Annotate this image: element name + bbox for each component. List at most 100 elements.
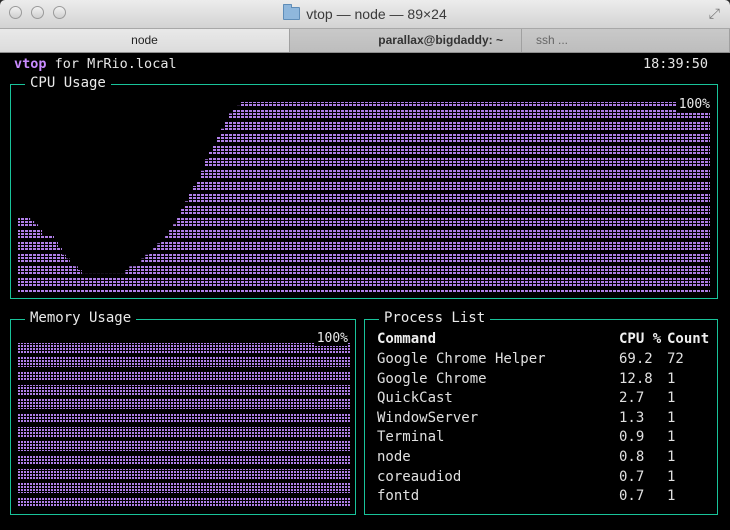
memory-band <box>18 427 350 437</box>
cpu-column <box>236 105 241 293</box>
cpu-column <box>153 247 158 293</box>
cpu-column <box>678 102 683 293</box>
title-bar[interactable]: vtop — node — 89×24 ⤢ <box>0 0 730 29</box>
process-count: 1 <box>667 429 676 446</box>
window-title: vtop — node — 89×24 <box>0 4 730 22</box>
cpu-column <box>662 102 667 293</box>
cpu-column <box>125 270 130 293</box>
host-text: for MrRio.local <box>54 56 177 72</box>
cpu-column <box>284 102 289 293</box>
cpu-column <box>511 102 516 293</box>
cpu-panel-title: CPU Usage <box>25 75 111 91</box>
cpu-column <box>491 102 496 293</box>
cpu-column <box>471 102 476 293</box>
terminal-window: vtop — node — 89×24 ⤢ node parallax@bigd… <box>0 0 730 530</box>
cpu-column <box>423 102 428 293</box>
resize-handle[interactable] <box>720 520 730 530</box>
cpu-column <box>196 178 202 293</box>
cpu-column <box>117 273 122 293</box>
folder-icon <box>283 4 301 20</box>
cpu-column <box>499 102 504 293</box>
cpu-column <box>145 254 150 293</box>
cpu-column <box>407 102 412 293</box>
cpu-column <box>177 216 182 293</box>
cpu-column <box>73 266 78 293</box>
cpu-column <box>554 102 560 293</box>
cpu-column <box>535 102 540 293</box>
cpu-column <box>93 273 98 293</box>
cpu-column <box>622 102 627 293</box>
cpu-column <box>686 102 691 293</box>
terminal-content[interactable]: vtop for MrRio.local 18:39:50 CPU Usage … <box>0 53 730 530</box>
cpu-column <box>670 102 675 293</box>
cpu-column <box>252 102 257 293</box>
tab-parallax[interactable]: parallax@bigdaddy: ~ <box>290 29 522 52</box>
cpu-column <box>586 102 591 293</box>
memory-band <box>18 343 350 353</box>
cpu-column <box>706 102 710 293</box>
cpu-column <box>550 102 556 293</box>
cpu-column <box>324 102 329 293</box>
cpu-column <box>602 102 607 293</box>
cpu-column <box>531 102 536 293</box>
process-command: Google Chrome <box>377 370 487 387</box>
cpu-column <box>698 102 703 293</box>
cpu-column <box>646 102 651 293</box>
cpu-chart <box>18 102 710 293</box>
process-cpu: 12.8 <box>619 370 653 387</box>
cpu-column <box>598 102 603 293</box>
cpu-column <box>594 102 599 293</box>
tab-ssh[interactable]: ssh ... <box>522 29 730 52</box>
cpu-column <box>495 102 500 293</box>
tab-node[interactable]: node <box>0 29 290 52</box>
process-command: fontd <box>377 488 420 505</box>
fullscreen-icon[interactable]: ⤢ <box>709 6 720 22</box>
cpu-column <box>340 102 345 293</box>
memory-panel: Memory Usage 100% <box>10 310 356 515</box>
cpu-column <box>566 102 572 293</box>
column-header-command[interactable]: Command <box>377 331 436 347</box>
process-cpu: 69.2 <box>619 351 653 367</box>
cpu-column <box>272 102 277 293</box>
cpu-column <box>515 102 520 293</box>
cpu-column <box>574 102 579 293</box>
memory-band <box>18 483 350 493</box>
cpu-column <box>129 266 134 293</box>
cpu-column <box>33 224 39 293</box>
process-command: coreaudiod <box>377 468 462 485</box>
cpu-column <box>519 102 524 293</box>
cpu-column <box>157 243 162 293</box>
cpu-column <box>658 102 663 293</box>
cpu-column <box>367 102 373 293</box>
cpu-column <box>45 235 51 293</box>
cpu-column <box>451 102 456 293</box>
memory-band <box>18 357 350 367</box>
cpu-column <box>702 102 707 293</box>
cpu-column <box>447 102 452 293</box>
cpu-column <box>61 254 66 293</box>
cpu-column <box>280 102 285 293</box>
cpu-column <box>121 273 126 293</box>
tab-bar: node parallax@bigdaddy: ~ ssh ... <box>0 29 730 53</box>
column-header-count[interactable]: Count <box>667 331 709 347</box>
cpu-column <box>694 102 699 293</box>
process-cpu: 0.7 <box>619 488 645 505</box>
cpu-column <box>181 208 186 293</box>
process-command: Terminal <box>377 429 445 446</box>
column-header-cpu[interactable]: CPU % <box>619 331 661 347</box>
cpu-column <box>348 102 353 293</box>
cpu-column <box>189 193 194 293</box>
process-cpu: 0.7 <box>619 468 645 485</box>
cpu-column <box>690 102 695 293</box>
cpu-column <box>113 273 118 293</box>
cpu-column <box>682 102 687 293</box>
cpu-column <box>475 102 480 293</box>
memory-band <box>18 455 350 465</box>
cpu-column <box>399 102 404 293</box>
cpu-column <box>538 102 544 293</box>
cpu-column <box>360 102 365 293</box>
cpu-column <box>507 102 512 293</box>
memory-band <box>18 371 350 381</box>
cpu-column <box>316 102 321 293</box>
cpu-column <box>463 102 468 293</box>
